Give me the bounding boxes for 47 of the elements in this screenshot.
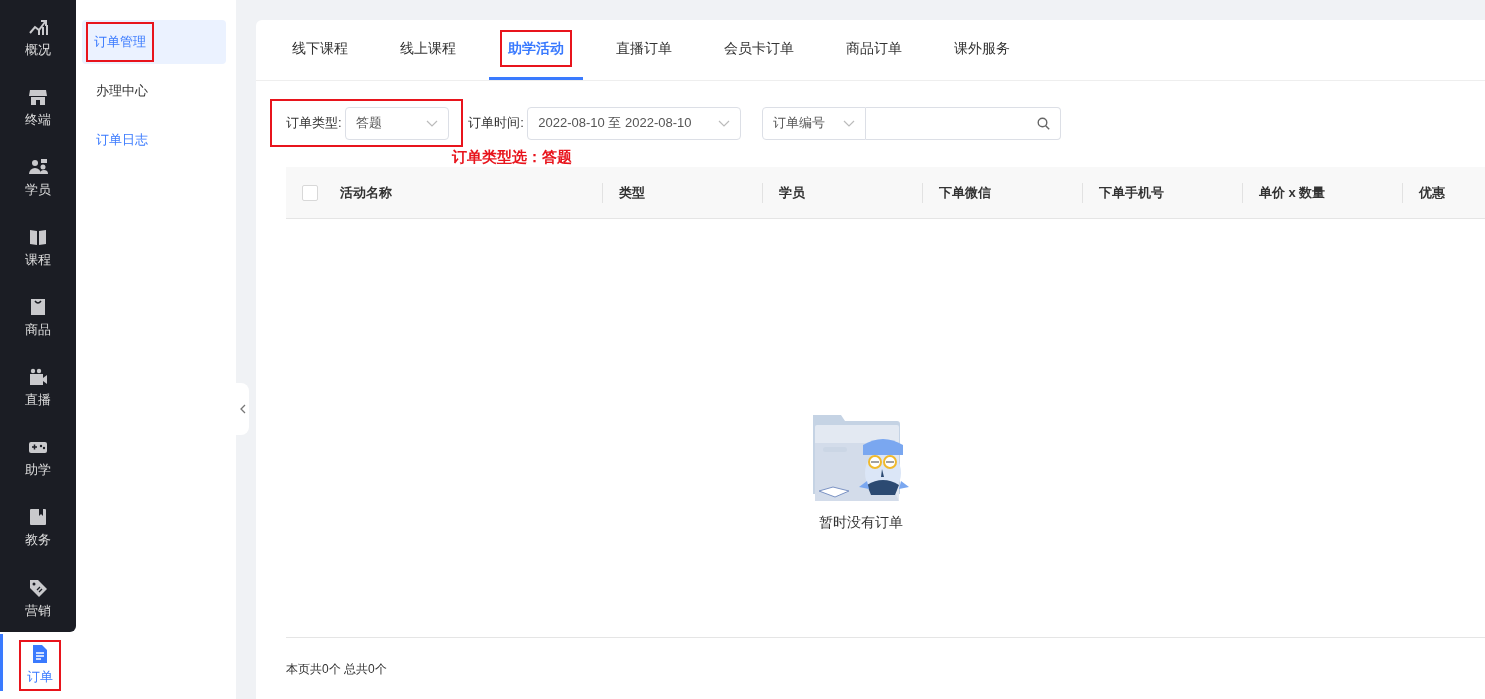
people-icon	[28, 156, 48, 177]
column-header: 优惠	[1402, 182, 1485, 203]
select-all-checkbox[interactable]	[302, 184, 318, 201]
video-camera-icon	[28, 366, 48, 387]
nav-rail-item[interactable]: 终端	[0, 70, 76, 140]
filter-label: 订单时间:	[468, 114, 524, 133]
tab[interactable]: 线下课程	[273, 20, 367, 80]
filter-label: 订单类型:	[286, 114, 342, 133]
column-header: 下单手机号	[1082, 182, 1242, 203]
nav-rail-item[interactable]: 助学	[0, 420, 76, 490]
nav-rail-item[interactable]: 商品	[0, 280, 76, 350]
box-icon	[28, 506, 48, 527]
nav-rail-item[interactable]: 课程	[0, 210, 76, 280]
chevron-down-icon	[843, 119, 856, 127]
annotation-note: 订单类型选：答题	[452, 147, 573, 167]
nav-rail-item[interactable]: 营销	[0, 560, 76, 632]
tag-icon	[28, 577, 48, 598]
tab[interactable]: 课外服务	[935, 20, 1029, 80]
column-header: 类型	[602, 182, 762, 203]
date-range-picker[interactable]: 2022-08-10 至 2022-08-10	[527, 106, 742, 140]
chevron-down-icon	[426, 119, 439, 127]
collapse-handle[interactable]	[236, 383, 249, 435]
search-type-select[interactable]: 订单编号	[762, 106, 867, 140]
nav-rail-item[interactable]: 教务	[0, 490, 76, 560]
submenu-item[interactable]: 办理中心	[82, 69, 226, 113]
tab[interactable]: 助学活动	[489, 20, 583, 80]
nav-rail-item[interactable]: 直播	[0, 350, 76, 420]
search-icon	[1037, 116, 1051, 130]
submenu-link[interactable]: 订单日志	[82, 118, 226, 162]
order-type-select[interactable]: 答题	[345, 106, 450, 140]
tab[interactable]: 商品订单	[827, 20, 921, 80]
chevron-left-icon	[239, 404, 246, 414]
empty-state-message: 暂时没有订单	[818, 513, 903, 532]
tab[interactable]: 直播订单	[597, 20, 691, 80]
bag-icon	[28, 296, 48, 317]
submenu-item[interactable]: 订单管理	[82, 20, 226, 64]
nav-rail-item[interactable]: 概况	[0, 0, 76, 70]
column-header: 学员	[762, 182, 922, 203]
tab[interactable]: 线上课程	[381, 20, 475, 80]
nav-rail-item[interactable]: 学员	[0, 140, 76, 210]
tab[interactable]: 会员卡订单	[705, 20, 813, 80]
column-header: 单价 x 数量	[1242, 182, 1402, 203]
chevron-down-icon	[718, 119, 731, 127]
search-field[interactable]	[866, 106, 1062, 140]
column-header: 下单微信	[922, 182, 1082, 203]
column-header: 活动名称	[339, 183, 393, 202]
pagination-summary: 本页共0个 总共0个	[286, 660, 387, 678]
